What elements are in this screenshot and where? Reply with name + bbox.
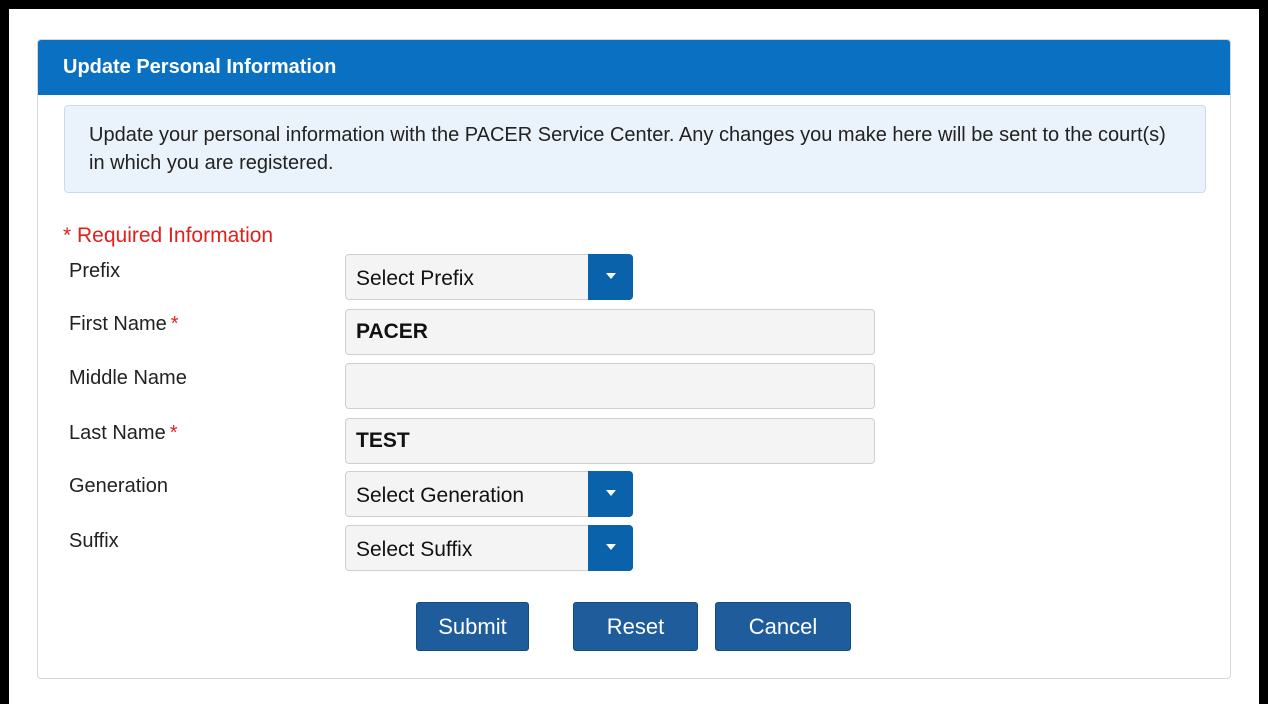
prefix-label-text: Prefix [69, 260, 121, 282]
suffix-selected-value: Select Suffix [356, 538, 473, 561]
generation-label-text: Generation [69, 475, 168, 497]
required-star: * [170, 313, 179, 335]
required-info-note: * Required Information [63, 224, 274, 247]
generation-selected-value: Select Generation [356, 484, 525, 507]
last-name-label-text: Last Name [69, 422, 166, 444]
chevron-down-icon[interactable] [588, 471, 633, 517]
cancel-button[interactable]: Cancel [715, 602, 851, 651]
last-name-label: Last Name * [69, 422, 178, 445]
info-message: Update your personal information with th… [64, 105, 1206, 193]
first-name-label-text: First Name [69, 313, 167, 335]
middle-name-label: Middle Name [69, 367, 187, 390]
first-name-label: First Name * [69, 313, 179, 336]
prefix-selected-value: Select Prefix [356, 267, 474, 290]
first-name-input[interactable] [345, 309, 875, 355]
chevron-down-icon[interactable] [588, 254, 633, 300]
chevron-down-icon[interactable] [588, 525, 633, 571]
required-star: * [169, 422, 178, 444]
last-name-input[interactable] [345, 418, 875, 464]
suffix-label-text: Suffix [69, 530, 119, 552]
generation-label: Generation [69, 475, 168, 498]
middle-name-label-text: Middle Name [69, 367, 187, 389]
window-frame-right [1259, 0, 1268, 704]
middle-name-input[interactable] [345, 363, 875, 409]
reset-button[interactable]: Reset [573, 602, 698, 651]
prefix-label: Prefix [69, 260, 120, 283]
submit-button[interactable]: Submit [416, 602, 529, 651]
suffix-label: Suffix [69, 530, 119, 553]
update-personal-info-panel: Update Personal Information Update your … [37, 39, 1231, 679]
panel-title: Update Personal Information [38, 40, 1230, 95]
window-frame-top [0, 0, 1268, 9]
prefix-select[interactable]: Select Prefix [345, 254, 633, 300]
generation-select[interactable]: Select Generation [345, 471, 633, 517]
window-frame-left [0, 0, 9, 704]
suffix-select[interactable]: Select Suffix [345, 525, 633, 571]
